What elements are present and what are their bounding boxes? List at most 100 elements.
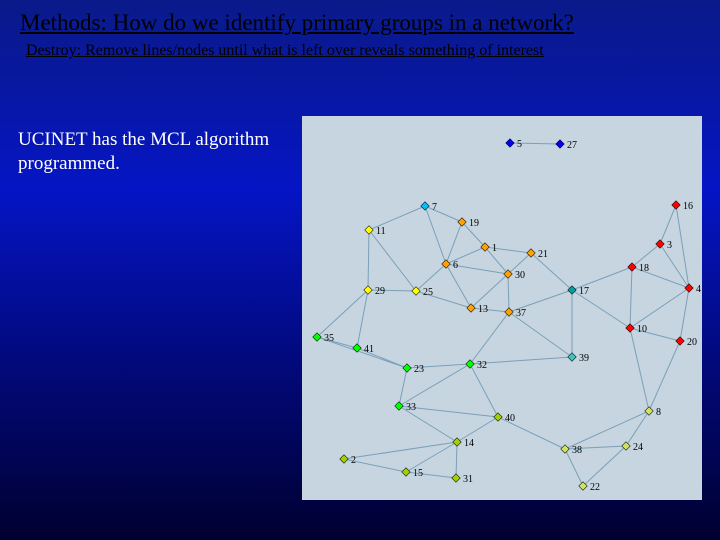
node-marker-icon <box>676 337 684 345</box>
node-label: 23 <box>414 364 424 375</box>
graph-node: 14 <box>453 438 474 449</box>
caption-line-2: programmed. <box>18 153 120 174</box>
node-label: 17 <box>579 286 589 297</box>
graph-edge <box>425 206 446 264</box>
node-marker-icon <box>453 438 461 446</box>
node-marker-icon <box>340 455 348 463</box>
graph-edge <box>583 446 626 486</box>
graph-edge <box>368 230 369 290</box>
node-label: 27 <box>567 140 577 151</box>
node-marker-icon <box>645 407 653 415</box>
node-label: 1 <box>492 243 497 254</box>
node-label: 35 <box>324 333 334 344</box>
graph-node: 41 <box>353 344 374 355</box>
graph-node: 31 <box>452 474 473 485</box>
node-marker-icon <box>402 468 410 476</box>
node-marker-icon <box>556 140 564 148</box>
graph-edge <box>630 267 632 328</box>
graph-node: 17 <box>568 286 589 297</box>
network-graph-panel: 5271631842010177112925354119121630133723… <box>302 116 702 500</box>
graph-node: 21 <box>527 249 548 260</box>
node-label: 24 <box>633 442 643 453</box>
caption-line-1: UCINET has the MCL algorithm <box>18 129 269 150</box>
node-label: 21 <box>538 249 548 260</box>
node-marker-icon <box>403 364 411 372</box>
graph-edge <box>508 274 509 312</box>
node-marker-icon <box>365 226 373 234</box>
node-marker-icon <box>395 402 403 410</box>
node-label: 10 <box>637 324 647 335</box>
node-label: 41 <box>364 344 374 355</box>
graph-node: 4 <box>685 284 701 295</box>
graph-node: 40 <box>494 413 515 424</box>
graph-node: 25 <box>412 287 433 298</box>
graph-edges <box>317 143 689 486</box>
network-graph: 5271631842010177112925354119121630133723… <box>302 116 702 500</box>
graph-edge <box>676 205 689 288</box>
graph-edge <box>660 244 689 288</box>
graph-node: 20 <box>676 337 697 348</box>
graph-edge <box>425 206 462 222</box>
node-label: 15 <box>413 468 423 479</box>
graph-edge <box>399 368 407 406</box>
node-label: 39 <box>579 353 589 364</box>
node-label: 16 <box>683 201 693 212</box>
node-marker-icon <box>685 284 693 292</box>
node-label: 25 <box>423 287 433 298</box>
graph-node: 22 <box>579 482 600 493</box>
node-marker-icon <box>452 474 460 482</box>
node-label: 38 <box>572 445 582 456</box>
node-label: 4 <box>696 284 701 295</box>
graph-edge <box>369 230 416 291</box>
node-label: 37 <box>516 308 526 319</box>
node-marker-icon <box>494 413 502 421</box>
node-marker-icon <box>568 353 576 361</box>
graph-node: 13 <box>467 304 488 315</box>
node-label: 29 <box>375 286 385 297</box>
graph-node: 5 <box>506 139 522 150</box>
graph-edge <box>471 308 509 312</box>
node-label: 32 <box>477 360 487 371</box>
node-marker-icon <box>561 445 569 453</box>
node-label: 6 <box>453 260 458 271</box>
graph-node: 16 <box>672 201 693 212</box>
graph-node: 24 <box>622 442 643 453</box>
node-label: 19 <box>469 218 479 229</box>
node-label: 13 <box>478 304 488 315</box>
graph-node: 19 <box>458 218 479 229</box>
graph-edge <box>471 274 508 308</box>
slide-title: Methods: How do we identify primary grou… <box>20 10 574 36</box>
graph-node: 2 <box>340 455 356 466</box>
node-label: 8 <box>656 407 661 418</box>
node-marker-icon <box>506 139 514 147</box>
graph-node: 30 <box>504 270 525 281</box>
node-label: 30 <box>515 270 525 281</box>
node-marker-icon <box>672 201 680 209</box>
node-label: 33 <box>406 402 416 413</box>
node-marker-icon <box>626 324 634 332</box>
graph-edge <box>344 442 457 459</box>
graph-node: 11 <box>365 226 386 237</box>
graph-edge <box>456 442 457 478</box>
node-label: 3 <box>667 240 672 251</box>
graph-node: 39 <box>568 353 589 364</box>
graph-edge <box>630 288 689 328</box>
graph-edge <box>399 364 470 406</box>
graph-nodes: 5271631842010177112925354119121630133723… <box>313 139 701 493</box>
graph-node: 37 <box>505 308 526 319</box>
node-label: 22 <box>590 482 600 493</box>
node-marker-icon <box>421 202 429 210</box>
graph-edge <box>470 364 498 417</box>
caption-text: UCINET has the MCL algorithm programmed. <box>18 128 269 176</box>
node-marker-icon <box>466 360 474 368</box>
node-label: 31 <box>463 474 473 485</box>
graph-node: 10 <box>626 324 647 335</box>
node-marker-icon <box>353 344 361 352</box>
node-label: 7 <box>432 202 437 213</box>
node-marker-icon <box>505 308 513 316</box>
graph-node: 32 <box>466 360 487 371</box>
node-label: 2 <box>351 455 356 466</box>
node-label: 14 <box>464 438 474 449</box>
graph-node: 35 <box>313 333 334 344</box>
graph-node: 8 <box>645 407 661 418</box>
